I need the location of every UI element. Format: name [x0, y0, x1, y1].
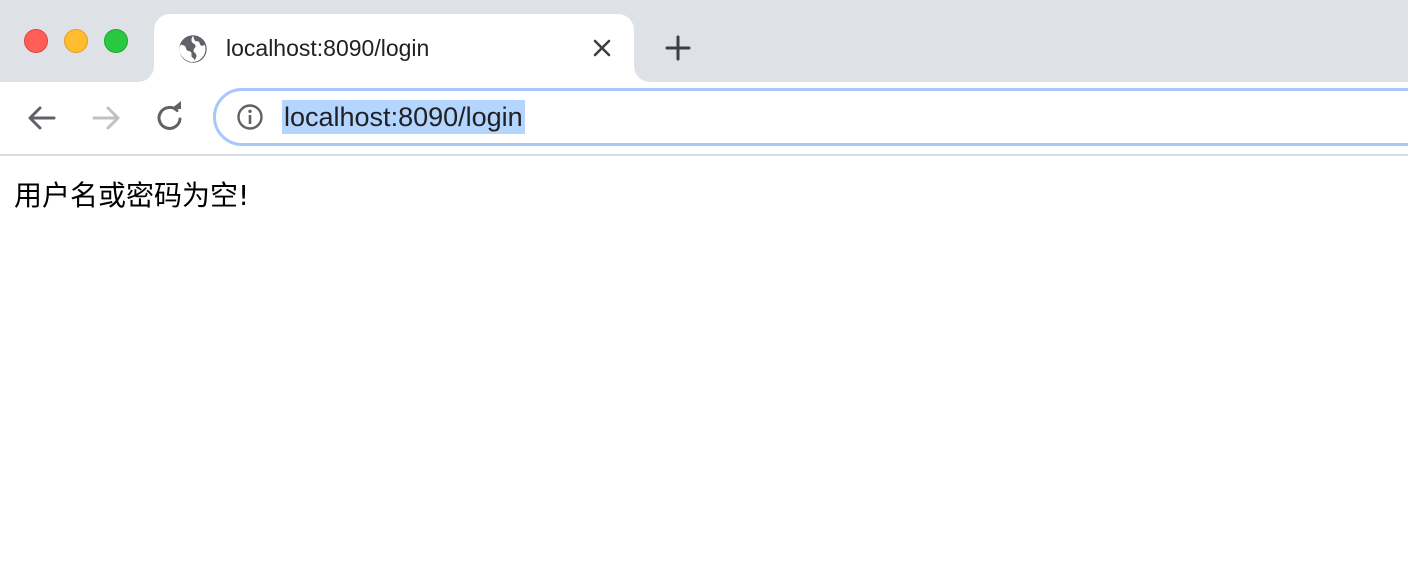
error-message: 用户名或密码为空! [14, 179, 250, 212]
browser-tab[interactable]: localhost:8090/login [154, 14, 634, 82]
globe-icon [179, 35, 207, 63]
reload-icon[interactable] [150, 98, 190, 138]
window-close-button[interactable] [24, 29, 48, 53]
browser-window: localhost:8090/login localhost:8090/logi… [0, 0, 1408, 564]
address-bar[interactable]: localhost:8090/login [213, 88, 1408, 146]
arrow-left-icon[interactable] [22, 98, 62, 138]
page-content: 用户名或密码为空! [0, 156, 1408, 564]
info-icon[interactable] [236, 103, 264, 131]
url-text[interactable]: localhost:8090/login [282, 100, 525, 134]
tab-strip: localhost:8090/login [0, 0, 1408, 82]
close-icon[interactable] [590, 36, 614, 60]
window-minimize-button[interactable] [64, 29, 88, 53]
browser-toolbar: localhost:8090/login [0, 82, 1408, 156]
arrow-right-icon[interactable] [86, 98, 126, 138]
plus-icon[interactable] [662, 32, 694, 64]
window-maximize-button[interactable] [104, 29, 128, 53]
tab-title: localhost:8090/login [226, 35, 430, 61]
